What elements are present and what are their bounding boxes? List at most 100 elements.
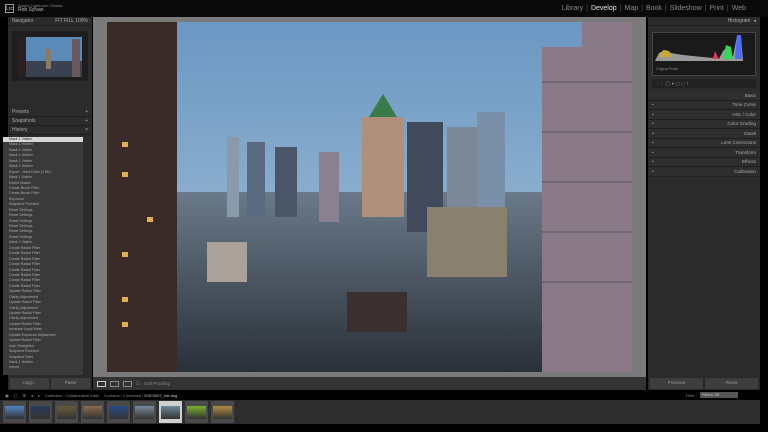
histogram[interactable]: Original Photo <box>652 32 756 76</box>
presets-header[interactable]: Presets + <box>8 108 92 117</box>
panel-color-grading[interactable]: • Color Grading <box>648 119 760 129</box>
panel-tone-curve[interactable]: • Tone Curve <box>648 100 760 110</box>
panel-toggle-icon[interactable]: • <box>652 102 654 107</box>
filmstrip-thumbnail[interactable] <box>3 401 26 423</box>
previous-button[interactable]: Previous <box>650 378 703 389</box>
second-window-icon[interactable]: ▢ <box>14 393 18 398</box>
before-after-icon[interactable] <box>110 380 119 387</box>
module-develop[interactable]: Develop <box>591 5 617 12</box>
previous-reset-bar: Previous Reset <box>648 378 760 389</box>
panel-label: HSL / Color <box>732 111 756 117</box>
reset-button[interactable]: Reset <box>705 378 758 389</box>
thumbnail-image <box>187 405 206 419</box>
original-photo-label[interactable]: Original Photo <box>656 67 678 71</box>
panel-toggle-icon[interactable]: • <box>652 140 654 145</box>
lightroom-logo: Lrc <box>5 4 14 13</box>
module-print[interactable]: Print <box>709 5 723 12</box>
panel-toggle-icon[interactable]: • <box>652 150 654 155</box>
photo-count: 9 photos / 1 selected / <box>104 393 144 398</box>
navigator-title: Navigator <box>12 18 34 24</box>
thumbnail-image <box>5 405 24 419</box>
snapshots-header[interactable]: Snapshots + <box>8 117 92 126</box>
module-map[interactable]: Map <box>624 5 638 12</box>
panel-toggle-icon[interactable]: • <box>652 159 654 164</box>
panel-label: Color Grading <box>727 121 756 127</box>
paste-button[interactable]: Paste <box>51 378 90 389</box>
presets-label: Presets <box>12 109 29 115</box>
copy-button[interactable]: Copy... <box>10 378 49 389</box>
grid-icon[interactable]: ⊞ <box>23 393 26 398</box>
module-slideshow[interactable]: Slideshow <box>670 5 702 12</box>
panel-label: Lens Corrections <box>721 140 756 146</box>
filmstrip-thumbnail[interactable] <box>29 401 52 423</box>
filmstrip-thumbnail[interactable] <box>159 401 182 423</box>
history-item-label: Import <box>9 365 20 370</box>
filmstrip-bar: ▣ ▢ ⊞ ◂ ▸ Collection : Collaborative Edits … <box>0 391 768 400</box>
thumbnail-image <box>135 405 154 419</box>
filmstrip-source[interactable]: Collection : Collaborative Edits <box>45 393 99 398</box>
clear-history-icon[interactable]: × <box>85 127 88 133</box>
panel-label: Effects <box>742 159 756 165</box>
filmstrip-thumbnail[interactable] <box>185 401 208 423</box>
module-separator: | <box>726 5 729 12</box>
top-bar: Lrc Adobe Lightroom Classic Rob Sylvan Li… <box>0 0 768 17</box>
histogram-header[interactable]: Histogram ◂ <box>648 17 760 26</box>
module-library[interactable]: Library <box>562 5 583 12</box>
panel-calibration[interactable]: • Calibration <box>648 167 760 177</box>
thumbnail-image <box>161 405 180 419</box>
history-list: Mask 1 Visible Mask 1 Hidden Mask 1 Visibl… <box>3 137 83 375</box>
thumbnail-image <box>57 405 76 419</box>
main-photo[interactable] <box>107 22 632 372</box>
loupe-view-icon[interactable] <box>97 380 106 387</box>
forward-icon[interactable]: ▸ <box>38 393 40 398</box>
module-separator: | <box>586 5 588 12</box>
history-header[interactable]: History × <box>8 126 92 135</box>
panel-toggle-icon[interactable]: • <box>652 121 654 126</box>
navigator-preview[interactable] <box>12 31 88 81</box>
panel-toggle-icon[interactable]: • <box>652 169 654 174</box>
user-name: Rob Sylvan <box>18 7 44 13</box>
zoom-options[interactable]: FIT FILL 100% <box>55 18 88 24</box>
filmstrip-thumbnail[interactable] <box>55 401 78 423</box>
filmstrip-thumbnail[interactable] <box>81 401 104 423</box>
add-snapshot-icon[interactable]: + <box>85 118 88 124</box>
panel-transform[interactable]: • Transform <box>648 148 760 158</box>
thumbnail-image <box>83 405 102 419</box>
navigator-header[interactable]: Navigator FIT FILL 100% <box>8 17 92 26</box>
add-preset-icon[interactable]: + <box>85 109 88 115</box>
module-separator: | <box>664 5 667 12</box>
module-picker: Library | Develop | Map | Book | Slideshow | Print… <box>562 5 746 12</box>
soft-proofing-checkbox[interactable]: ☐ <box>136 381 140 387</box>
histogram-title: Histogram <box>727 18 751 24</box>
thumbnail-image <box>213 405 232 419</box>
panel-lens-corrections[interactable]: • Lens Corrections <box>648 138 760 148</box>
back-icon[interactable]: ◂ <box>31 393 33 398</box>
module-book[interactable]: Book <box>646 5 662 12</box>
filmstrip-thumbnail[interactable] <box>107 401 130 423</box>
panel-label: Calibration <box>734 168 756 174</box>
module-web[interactable]: Web <box>732 5 746 12</box>
filter-control: Filter : Filters Off <box>686 392 738 398</box>
panel-hsl-color[interactable]: • HSL / Color <box>648 110 760 120</box>
thumbnail-image <box>109 405 128 419</box>
main-window-icon[interactable]: ▣ <box>5 393 9 398</box>
panel-toggle-icon[interactable]: • <box>652 131 654 136</box>
panel-detail[interactable]: • Detail <box>648 129 760 139</box>
develop-toolbar: ☐ Soft Proofing <box>93 377 646 390</box>
panel-label: Detail <box>744 130 756 136</box>
filter-label: Filter : <box>685 392 697 398</box>
panel-effects[interactable]: • Effects <box>648 157 760 167</box>
module-separator: | <box>704 5 707 12</box>
filmstrip <box>0 400 760 424</box>
module-separator: | <box>619 5 622 12</box>
before-after-split-icon[interactable] <box>123 380 132 387</box>
filmstrip-thumbnail[interactable] <box>133 401 156 423</box>
panel-toggle-icon[interactable]: • <box>652 112 654 117</box>
filter-dropdown[interactable]: Filters Off <box>700 392 738 398</box>
panel-basic[interactable]: Basic <box>648 91 760 101</box>
copy-paste-bar: Copy... Paste <box>8 378 92 389</box>
filmstrip-thumbnail[interactable] <box>211 401 234 423</box>
history-item[interactable]: Import <box>3 365 83 370</box>
tool-strip[interactable]: ⋮⋮ ◯ ● ▢ ⬚ ⌇ <box>652 79 756 88</box>
snapshots-label: Snapshots <box>12 118 36 124</box>
